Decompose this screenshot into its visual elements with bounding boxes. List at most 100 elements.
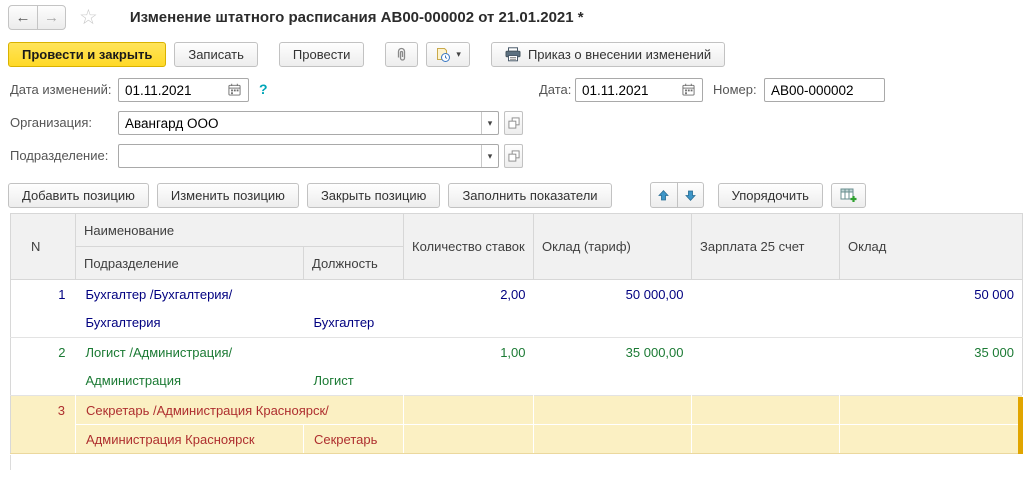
table-settings-button[interactable] <box>831 183 866 208</box>
help-icon[interactable]: ? <box>259 81 268 97</box>
cell-empty[interactable] <box>404 367 534 396</box>
organization-label: Организация: <box>10 115 92 130</box>
column-header-oklad[interactable]: Оклад <box>840 214 1023 280</box>
cell-qty[interactable]: 1,00 <box>404 338 534 367</box>
organization-value: Авангард ООО <box>119 112 481 134</box>
move-row-buttons <box>650 182 704 208</box>
table-row[interactable]: Администрация Логист <box>11 367 1023 396</box>
table-row[interactable]: 2 Логист /Администрация/ 1,00 35 000,00 … <box>11 338 1023 367</box>
table-row[interactable]: Бухгалтерия Бухгалтер <box>11 309 1023 338</box>
save-button[interactable]: Записать <box>174 42 258 67</box>
cell-name[interactable]: Секретарь /Администрация Красноярск/ <box>76 396 404 425</box>
cell-position[interactable]: Бухгалтер <box>304 309 404 338</box>
cell-oklad[interactable] <box>840 396 1023 425</box>
print-order-label: Приказ о внесении изменений <box>528 47 711 62</box>
move-up-icon[interactable] <box>651 183 677 207</box>
column-header-position[interactable]: Должность <box>304 247 404 280</box>
table-row-selected[interactable]: 3 Секретарь /Администрация Красноярск/ <box>11 396 1023 425</box>
post-button[interactable]: Провести <box>279 42 365 67</box>
history-nav: ← → <box>8 5 66 30</box>
calendar-icon[interactable] <box>682 83 695 96</box>
print-order-button[interactable]: Приказ о внесении изменений <box>491 42 725 67</box>
cell-empty[interactable] <box>692 425 840 454</box>
column-header-qty[interactable]: Количество ставок <box>404 214 534 280</box>
cell-department[interactable]: Администрация <box>76 367 304 396</box>
number-input[interactable] <box>764 78 885 102</box>
table-add-column-icon <box>840 187 857 203</box>
page-title: Изменение штатного расписания АВ00-00000… <box>130 9 584 26</box>
column-header-n[interactable]: N <box>11 214 76 280</box>
document-header-form: Дата изменений: ? Дата: Номер: Организац… <box>0 76 1024 175</box>
table-command-bar: Добавить позицию Изменить позицию Закрыт… <box>8 182 1024 208</box>
change-date-label: Дата изменений: <box>10 82 112 97</box>
create-based-on-button[interactable]: ▾ <box>426 42 470 67</box>
cell-salary25[interactable] <box>692 280 840 309</box>
cell-empty[interactable] <box>404 425 534 454</box>
cell-oklad[interactable]: 50 000 <box>840 280 1023 309</box>
cell-empty[interactable] <box>840 425 1023 454</box>
table-row[interactable]: 1 Бухгалтер /Бухгалтерия/ 2,00 50 000,00… <box>11 280 1023 309</box>
move-down-icon[interactable] <box>677 183 703 207</box>
open-form-icon <box>508 117 520 129</box>
department-open-button[interactable] <box>504 144 523 168</box>
cell-empty[interactable] <box>840 367 1023 396</box>
forward-icon[interactable]: → <box>37 6 65 29</box>
cell-salary25[interactable] <box>692 338 840 367</box>
table-left-border <box>10 455 11 470</box>
organization-combo[interactable]: Авангард ООО ▾ <box>118 111 499 135</box>
chevron-down-icon[interactable]: ▾ <box>481 145 498 167</box>
fill-indicators-button[interactable]: Заполнить показатели <box>448 183 611 208</box>
organization-open-button[interactable] <box>504 111 523 135</box>
cell-department[interactable]: Бухгалтерия <box>76 309 304 338</box>
column-header-name[interactable]: Наименование <box>76 214 404 247</box>
cell-empty[interactable] <box>534 309 692 338</box>
date-label: Дата: <box>539 82 571 97</box>
cell-empty[interactable] <box>404 309 534 338</box>
cell-salary[interactable] <box>534 396 692 425</box>
cell-empty[interactable] <box>840 309 1023 338</box>
cell-empty[interactable] <box>692 367 840 396</box>
department-value <box>119 145 481 167</box>
cell-row-number[interactable]: 2 <box>11 338 76 396</box>
sort-button[interactable]: Упорядочить <box>718 183 823 208</box>
table-row-selected[interactable]: Администрация Красноярск Секретарь <box>11 425 1023 454</box>
cell-department[interactable]: Администрация Красноярск <box>76 425 304 454</box>
cell-name[interactable]: Логист /Администрация/ <box>76 338 404 367</box>
paperclip-icon <box>394 47 409 63</box>
cell-salary25[interactable] <box>692 396 840 425</box>
cell-qty[interactable]: 2,00 <box>404 280 534 309</box>
post-and-close-button[interactable]: Провести и закрыть <box>8 42 166 67</box>
document-clock-icon <box>435 47 451 63</box>
back-icon[interactable]: ← <box>9 6 37 29</box>
cell-row-number[interactable]: 1 <box>11 280 76 338</box>
department-label: Подразделение: <box>10 148 108 163</box>
column-header-salary[interactable]: Оклад (тариф) <box>534 214 692 280</box>
column-header-department[interactable]: Подразделение <box>76 247 304 280</box>
calendar-icon[interactable] <box>228 83 241 96</box>
chevron-down-icon[interactable]: ▾ <box>481 112 498 134</box>
main-toolbar: Провести и закрыть Записать Провести ▾ <box>8 42 1024 67</box>
attachments-button[interactable] <box>385 42 418 67</box>
staffing-change-window: ← → ☆ Изменение штатного расписания АВ00… <box>0 0 1024 483</box>
cell-position[interactable]: Логист <box>304 367 404 396</box>
number-label: Номер: <box>713 82 757 97</box>
cell-empty[interactable] <box>692 309 840 338</box>
column-header-salary25[interactable]: Зарплата 25 счет <box>692 214 840 280</box>
edit-position-button[interactable]: Изменить позицию <box>157 183 299 208</box>
cell-position[interactable]: Секретарь <box>304 425 404 454</box>
cell-row-number[interactable]: 3 <box>11 396 76 454</box>
cell-name[interactable]: Бухгалтер /Бухгалтерия/ <box>76 280 404 309</box>
add-position-button[interactable]: Добавить позицию <box>8 183 149 208</box>
close-position-button[interactable]: Закрыть позицию <box>307 183 441 208</box>
department-combo[interactable]: ▾ <box>118 144 499 168</box>
favorite-star-icon[interactable]: ☆ <box>79 7 98 28</box>
cell-salary[interactable]: 35 000,00 <box>534 338 692 367</box>
chevron-down-icon: ▾ <box>456 49 461 60</box>
cell-oklad[interactable]: 35 000 <box>840 338 1023 367</box>
cell-qty[interactable] <box>404 396 534 425</box>
cell-empty[interactable] <box>534 425 692 454</box>
cell-salary[interactable]: 50 000,00 <box>534 280 692 309</box>
printer-icon <box>505 47 521 62</box>
staff-positions-table: N Наименование Количество ставок Оклад (… <box>10 213 1023 454</box>
cell-empty[interactable] <box>534 367 692 396</box>
